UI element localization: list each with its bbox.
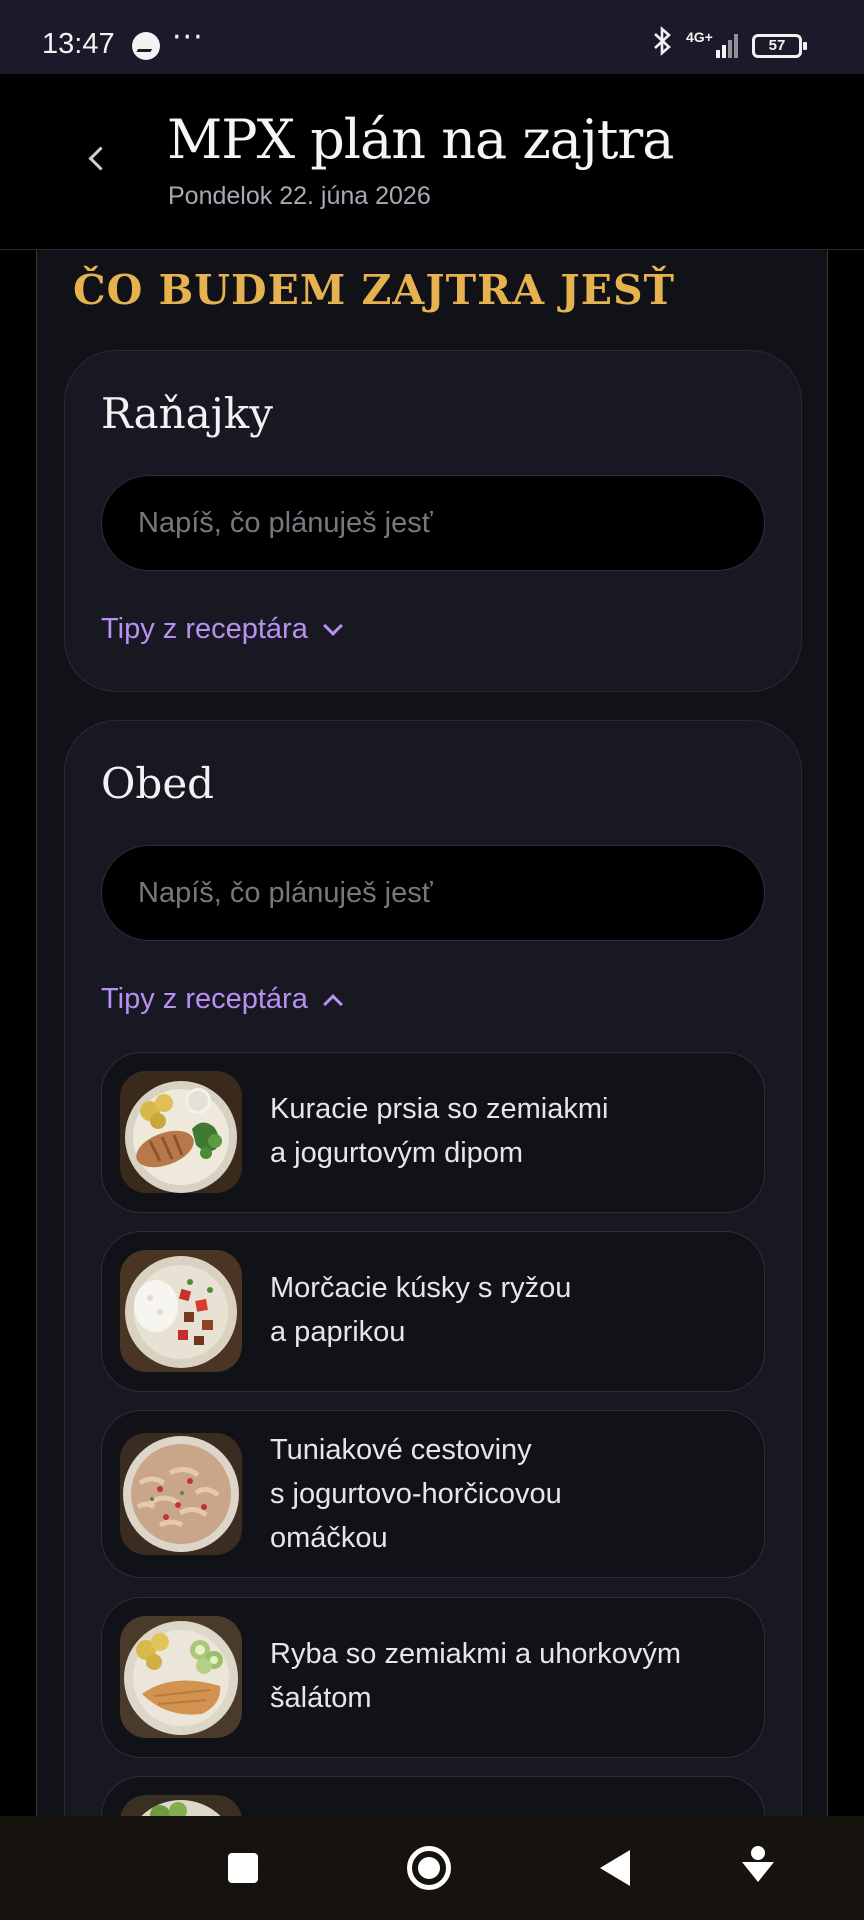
recipe-name-line: Morčacie kúsky s ryžou: [270, 1272, 572, 1304]
recipe-item[interactable]: Tuniakové cestoviny s jogurtovo-horčicov…: [101, 1410, 765, 1578]
recipe-image: [120, 1616, 242, 1738]
app-header: MPX plán na zajtra Pondelok 22. júna 202…: [0, 74, 864, 250]
meal-title: Obed: [101, 759, 215, 808]
messenger-icon: [132, 32, 160, 60]
recipe-item[interactable]: Kuracie prsia so zemiakmi a jogurtovým d…: [101, 1052, 765, 1213]
more-notifications-icon: ···: [172, 20, 204, 55]
tips-label: Tipy z receptára: [101, 613, 308, 645]
status-time: 13:47: [42, 28, 115, 60]
meal-input-breakfast[interactable]: [101, 475, 765, 571]
recipe-name-line: a jogurtovým dipom: [270, 1137, 524, 1169]
section-title: ČO BUDEM ZAJTRA JESŤ: [73, 266, 676, 314]
meal-card-lunch: Obed Tipy z receptára: [64, 720, 802, 1849]
chevron-left-icon[interactable]: [80, 142, 116, 178]
recipe-item[interactable]: Ryba so zemiakmi a uhorkovým šalátom: [101, 1597, 765, 1758]
recipe-name: Tuniakové cestoviny s jogurtovo-horčicov…: [270, 1428, 740, 1560]
accessibility-icon[interactable]: [740, 1846, 776, 1886]
tips-toggle-lunch[interactable]: Tipy z receptára: [101, 983, 344, 1016]
recipe-name-line: Tuniakové cestoviny: [270, 1434, 532, 1466]
recipe-name: Kuracie prsia so zemiakmi a jogurtovým d…: [270, 1087, 740, 1175]
tips-toggle-breakfast[interactable]: Tipy z receptára: [101, 613, 344, 646]
recipe-image: [120, 1250, 242, 1372]
signal-icon: [716, 32, 742, 58]
back-triangle-icon[interactable]: [600, 1850, 630, 1886]
recipe-name-line: s jogurtovo-horčicovou: [270, 1478, 562, 1510]
home-icon[interactable]: [407, 1846, 451, 1890]
recipe-image: [120, 1071, 242, 1193]
battery-icon: 57: [752, 34, 807, 58]
recipe-name-line: Ryba so zemiakmi a uhorkovým: [270, 1638, 681, 1670]
chevron-up-icon: [322, 989, 344, 1011]
meal-plan-card: ČO BUDEM ZAJTRA JESŤ Raňajky Tipy z rece…: [36, 250, 828, 1850]
tips-label: Tipy z receptára: [101, 983, 308, 1015]
bluetooth-icon: [652, 26, 674, 64]
recipe-name-line: omáčkou: [270, 1522, 388, 1554]
recipe-name-line: šalátom: [270, 1682, 372, 1714]
meal-card-breakfast: Raňajky Tipy z receptára: [64, 350, 802, 692]
recent-apps-icon[interactable]: [228, 1853, 258, 1883]
meal-title: Raňajky: [101, 389, 273, 438]
recipe-name: Morčacie kúsky s ryžou a paprikou: [270, 1266, 740, 1354]
page-date: Pondelok 22. júna 2026: [168, 182, 431, 210]
system-nav-bar: [0, 1816, 864, 1920]
page-title: MPX plán na zajtra: [167, 108, 674, 171]
recipe-image: [120, 1433, 242, 1555]
recipe-name: Ryba so zemiakmi a uhorkovým šalátom: [270, 1632, 740, 1720]
recipe-item[interactable]: Morčacie kúsky s ryžou a paprikou: [101, 1231, 765, 1392]
status-bar: 13:47 ··· 4G+ 57: [0, 0, 864, 74]
network-type: 4G+: [686, 29, 713, 45]
recipe-name-line: Kuracie prsia so zemiakmi: [270, 1093, 609, 1125]
recipe-name-line: a paprikou: [270, 1316, 406, 1348]
meal-input-lunch[interactable]: [101, 845, 765, 941]
battery-level: 57: [768, 37, 786, 54]
chevron-down-icon: [322, 619, 344, 641]
